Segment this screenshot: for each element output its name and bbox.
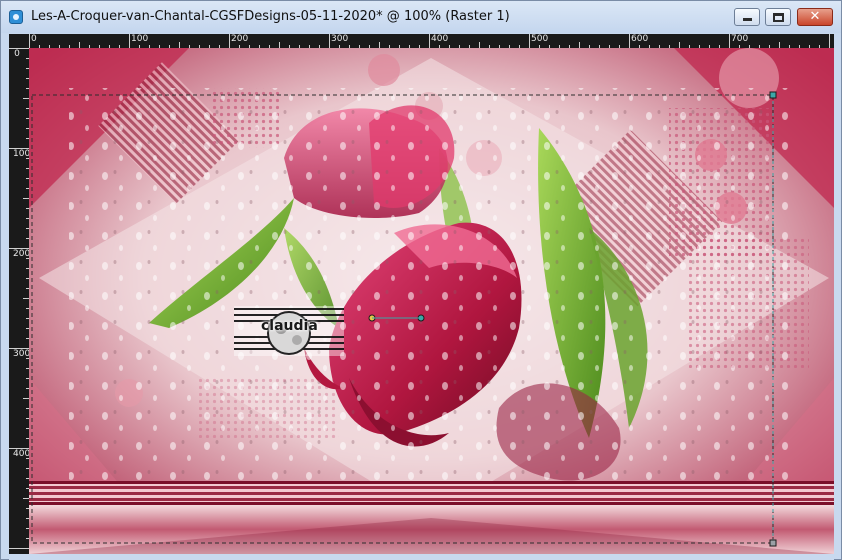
selection-handle (769, 91, 777, 99)
ruler-tick (129, 34, 130, 48)
image-canvas[interactable]: claudia (29, 48, 834, 554)
ruler-label: 400 (431, 34, 449, 44)
watermark-text: claudia (261, 318, 318, 334)
close-button[interactable]: ✕ (797, 8, 833, 26)
artwork (29, 48, 834, 554)
ruler-tick (9, 348, 29, 349)
ruler-tick (729, 34, 730, 48)
window-title: Les-A-Croquer-van-Chantal-CGSFDesigns-05… (31, 9, 510, 24)
horizontal-ruler[interactable]: 0 100 200 300 400 500 600 700 (29, 34, 834, 48)
ruler-tick (229, 34, 230, 48)
ruler-tick (9, 248, 29, 249)
ruler-label: 500 (531, 34, 549, 44)
ruler-label: 100 (13, 149, 29, 159)
ruler-label: 600 (631, 34, 649, 44)
minimize-icon (743, 18, 752, 21)
ruler-label: 200 (13, 249, 29, 259)
pattern-border (29, 481, 834, 505)
ruler-label: 0 (31, 34, 37, 44)
minimize-button[interactable] (734, 8, 760, 26)
ruler-tick (9, 48, 29, 49)
ruler-tick (529, 34, 530, 48)
app-camera-icon (9, 10, 23, 24)
bottom-frame (9, 554, 834, 560)
ruler-tick (829, 34, 830, 48)
maximize-icon (773, 13, 784, 22)
ruler-label: 300 (331, 34, 349, 44)
border-line (29, 502, 834, 505)
right-frame (834, 34, 841, 554)
ruler-label: 0 (14, 49, 20, 59)
close-icon: ✕ (809, 9, 821, 24)
ruler-tick (29, 34, 30, 48)
title-bar[interactable]: Les-A-Croquer-van-Chantal-CGSFDesigns-05… (1, 1, 841, 33)
maximize-button[interactable] (765, 8, 791, 26)
ruler-label: 300 (13, 349, 29, 359)
water-drops (69, 88, 789, 488)
ruler-label: 700 (731, 34, 749, 44)
ruler-tick (9, 148, 29, 149)
border-line (29, 481, 834, 484)
ruler-label: 100 (131, 34, 149, 44)
bokeh (368, 54, 400, 86)
ruler-tick (9, 448, 29, 449)
ruler-tick (329, 34, 330, 48)
image-document-window: Les-A-Croquer-van-Chantal-CGSFDesigns-05… (0, 0, 842, 560)
ruler-tick (9, 548, 29, 549)
ruler-label: 200 (231, 34, 249, 44)
ruler-label: 400 (13, 449, 29, 459)
vertical-ruler[interactable]: 0 100 200 300 400 (9, 48, 29, 554)
selection-handle (769, 539, 777, 547)
ruler-tick (629, 34, 630, 48)
ruler-corner (9, 34, 29, 48)
ruler-tick (429, 34, 430, 48)
